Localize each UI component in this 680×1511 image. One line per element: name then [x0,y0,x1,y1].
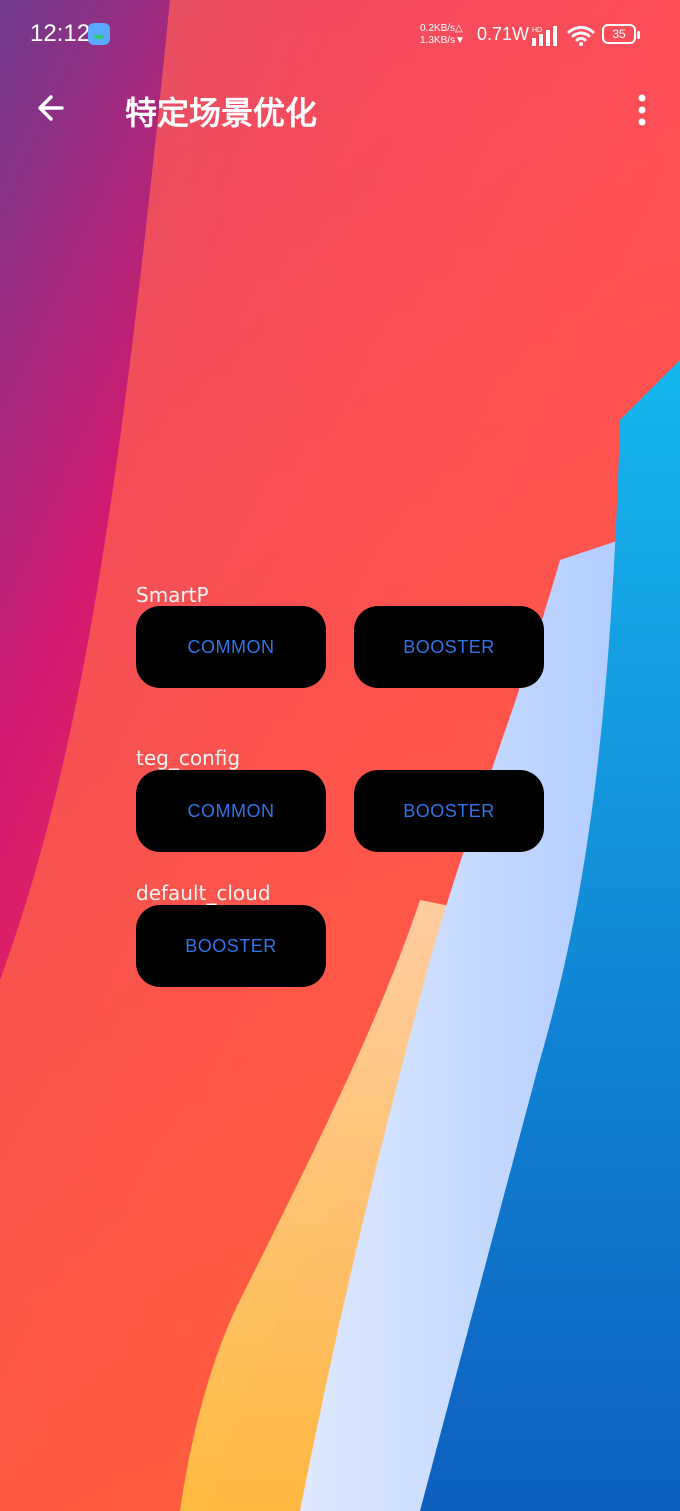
battery-icon: 35 [602,24,640,44]
teg-config-common-button[interactable]: COMMON [136,770,326,852]
power-usage: 0.71W [477,24,530,44]
signal-icon: HD [532,26,557,46]
notification-app-icon [88,23,110,45]
network-upload-speed: 0.2KB/s△ [420,23,463,34]
app-bar: 特定场景优化 [0,70,680,150]
content-area: SmartP COMMON BOOSTER teg_config COMMON … [0,0,680,1511]
more-vert-icon[interactable] [632,92,652,128]
status-time: 12:12 [30,20,91,47]
wifi-icon [567,26,595,46]
network-speed: 0.2KB/s△ 1.3KB/s▼ [420,23,476,49]
smartp-booster-button[interactable]: BOOSTER [354,606,544,688]
battery-level: 35 [612,27,626,41]
group-label-smartp: SmartP [136,583,209,607]
arrow-left-icon[interactable] [31,91,65,125]
svg-text:HD: HD [532,27,542,34]
page-title: 特定场景优化 [125,94,318,132]
status-bar: 12:12 0.2KB/s△ 1.3KB/s▼ 0.71W HD 35 [0,0,680,70]
smartp-common-button[interactable]: COMMON [136,606,326,688]
teg-config-booster-button[interactable]: BOOSTER [354,770,544,852]
group-label-teg-config: teg_config [136,746,241,770]
network-download-speed: 1.3KB/s▼ [420,35,465,46]
default-cloud-booster-button[interactable]: BOOSTER [136,905,326,987]
group-label-default-cloud: default_cloud [136,881,271,905]
